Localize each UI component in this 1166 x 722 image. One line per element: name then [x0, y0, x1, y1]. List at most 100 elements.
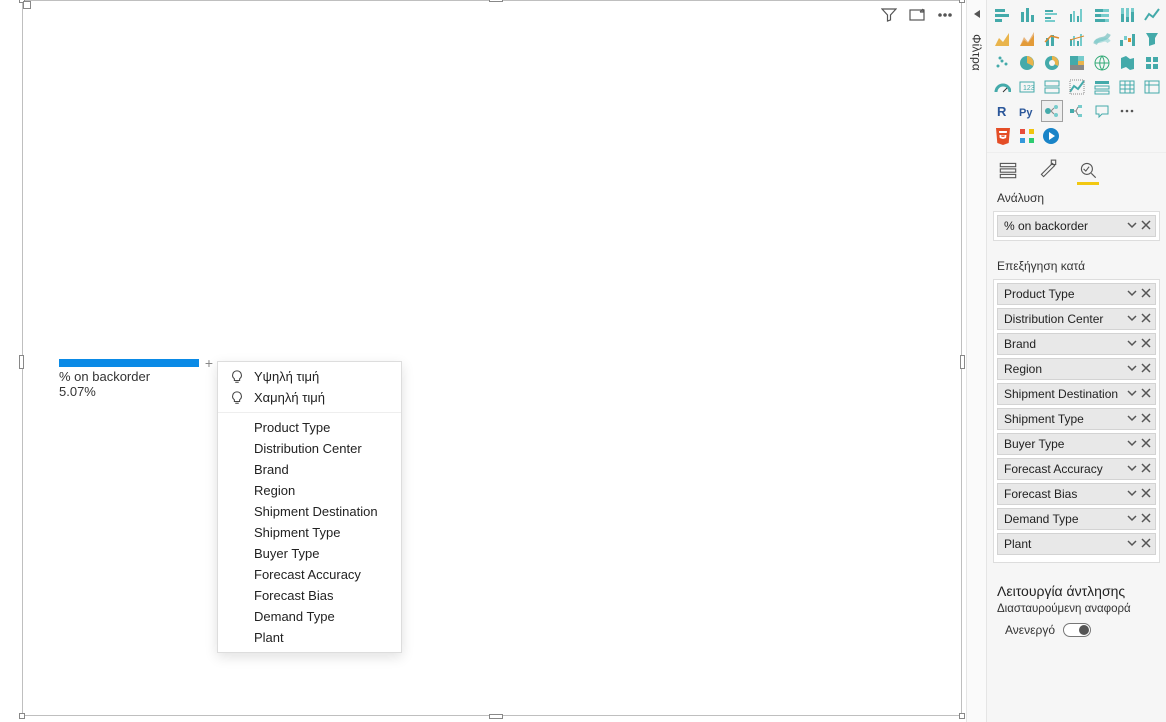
chevron-down-icon[interactable]	[1127, 462, 1137, 476]
play-axis-icon[interactable]	[1041, 126, 1061, 146]
menu-field-forecast-bias[interactable]: Forecast Bias	[218, 585, 401, 606]
viz-area[interactable]	[991, 28, 1013, 50]
remove-field-icon[interactable]	[1141, 312, 1151, 326]
viz-line[interactable]	[1141, 4, 1163, 26]
remove-field-icon[interactable]	[1141, 387, 1151, 401]
remove-field-icon[interactable]	[1141, 362, 1151, 376]
viz-more[interactable]	[1116, 100, 1138, 122]
explain-field-chip[interactable]: Plant	[997, 533, 1156, 555]
viz-100-col[interactable]	[1116, 4, 1138, 26]
bar-segment[interactable]: +	[59, 359, 199, 367]
remove-field-icon[interactable]	[1141, 462, 1151, 476]
resize-handle-bottom[interactable]	[489, 714, 503, 719]
menu-field-product-type[interactable]: Product Type	[218, 417, 401, 438]
viz-shape-map[interactable]	[1141, 52, 1163, 74]
analyze-field-chip[interactable]: % on backorder	[997, 215, 1156, 237]
viz-table[interactable]	[1116, 76, 1138, 98]
menu-field-shipment-destination[interactable]: Shipment Destination	[218, 501, 401, 522]
resize-handle-top[interactable]	[489, 0, 503, 2]
resize-handle-br[interactable]	[959, 713, 965, 719]
tab-analytics[interactable]	[1077, 159, 1099, 181]
menu-field-plant[interactable]: Plant	[218, 627, 401, 648]
explain-field-chip[interactable]: Buyer Type	[997, 433, 1156, 455]
explain-by-well[interactable]: Product TypeDistribution CenterBrandRegi…	[993, 279, 1160, 563]
menu-field-brand[interactable]: Brand	[218, 459, 401, 480]
chevron-down-icon[interactable]	[1127, 362, 1137, 376]
explain-field-chip[interactable]: Brand	[997, 333, 1156, 355]
chevron-down-icon[interactable]	[1127, 387, 1137, 401]
remove-field-icon[interactable]	[1141, 219, 1151, 233]
cross-report-toggle[interactable]	[1063, 623, 1091, 637]
menu-field-demand-type[interactable]: Demand Type	[218, 606, 401, 627]
explain-field-chip[interactable]: Demand Type	[997, 508, 1156, 530]
viz-funnel[interactable]	[1141, 28, 1163, 50]
menu-low-value[interactable]: Χαμηλή τιμή	[218, 387, 401, 408]
remove-field-icon[interactable]	[1141, 537, 1151, 551]
menu-field-region[interactable]: Region	[218, 480, 401, 501]
html5-visual-icon[interactable]	[993, 126, 1013, 146]
remove-field-icon[interactable]	[1141, 437, 1151, 451]
viz-line-col[interactable]	[1041, 28, 1063, 50]
menu-field-buyer-type[interactable]: Buyer Type	[218, 543, 401, 564]
grid-visual-icon[interactable]	[1017, 126, 1037, 146]
expand-plus-icon[interactable]: +	[205, 355, 213, 371]
viz-donut[interactable]	[1041, 52, 1063, 74]
viz-gauge[interactable]	[991, 76, 1013, 98]
viz-ribbon[interactable]	[1091, 28, 1113, 50]
viz-card[interactable]: 123	[1016, 76, 1038, 98]
viz-r-visual[interactable]: R	[991, 100, 1013, 122]
visual-container[interactable]: + % on backorder 5.07% Υψηλή τιμή Χαμηλή…	[22, 0, 962, 716]
remove-field-icon[interactable]	[1141, 487, 1151, 501]
chevron-down-icon[interactable]	[1127, 437, 1137, 451]
explain-field-chip[interactable]: Shipment Destination	[997, 383, 1156, 405]
explain-field-chip[interactable]: Shipment Type	[997, 408, 1156, 430]
chevron-down-icon[interactable]	[1127, 512, 1137, 526]
menu-field-shipment-type[interactable]: Shipment Type	[218, 522, 401, 543]
tab-format[interactable]	[1037, 159, 1059, 181]
viz-slicer[interactable]	[1091, 76, 1113, 98]
viz-treemap[interactable]	[1066, 52, 1088, 74]
chevron-down-icon[interactable]	[1127, 487, 1137, 501]
resize-handle-right[interactable]	[960, 355, 965, 369]
viz-matrix[interactable]	[1141, 76, 1163, 98]
filters-pane-collapsed[interactable]: Φίλτρα	[966, 0, 986, 722]
menu-field-distribution-center[interactable]: Distribution Center	[218, 438, 401, 459]
focus-mode-icon[interactable]	[909, 7, 925, 28]
viz-pie[interactable]	[1016, 52, 1038, 74]
viz-stacked-col[interactable]	[1016, 4, 1038, 26]
viz-filled-map[interactable]	[1116, 52, 1138, 74]
chevron-down-icon[interactable]	[1127, 287, 1137, 301]
viz-stacked-area[interactable]	[1016, 28, 1038, 50]
viz-clustered-bar[interactable]	[1041, 4, 1063, 26]
remove-field-icon[interactable]	[1141, 412, 1151, 426]
viz-kpi[interactable]	[1066, 76, 1088, 98]
viz-stacked-bar[interactable]	[991, 4, 1013, 26]
viz-qna[interactable]	[1091, 100, 1113, 122]
viz-decomposition[interactable]	[1066, 100, 1088, 122]
viz-100-bar[interactable]	[1091, 4, 1113, 26]
remove-field-icon[interactable]	[1141, 512, 1151, 526]
viz-py-visual[interactable]: Py	[1016, 100, 1038, 122]
viz-map[interactable]	[1091, 52, 1113, 74]
menu-field-forecast-accuracy[interactable]: Forecast Accuracy	[218, 564, 401, 585]
expand-filters-icon[interactable]	[972, 6, 982, 24]
explain-field-chip[interactable]: Forecast Accuracy	[997, 458, 1156, 480]
viz-multi-card[interactable]	[1041, 76, 1063, 98]
explain-field-chip[interactable]: Forecast Bias	[997, 483, 1156, 505]
viz-line-clustered-col[interactable]	[1066, 28, 1088, 50]
analyze-well[interactable]: % on backorder	[993, 211, 1160, 241]
viz-key-influencers[interactable]	[1041, 100, 1063, 122]
remove-field-icon[interactable]	[1141, 337, 1151, 351]
chevron-down-icon[interactable]	[1127, 537, 1137, 551]
filter-icon[interactable]	[881, 7, 897, 28]
viz-clustered-col[interactable]	[1066, 4, 1088, 26]
resize-handle-bl[interactable]	[19, 713, 25, 719]
report-canvas[interactable]: + % on backorder 5.07% Υψηλή τιμή Χαμηλή…	[0, 0, 966, 722]
explain-field-chip[interactable]: Region	[997, 358, 1156, 380]
explain-field-chip[interactable]: Product Type	[997, 283, 1156, 305]
viz-waterfall[interactable]	[1116, 28, 1138, 50]
menu-high-value[interactable]: Υψηλή τιμή	[218, 366, 401, 387]
chevron-down-icon[interactable]	[1127, 337, 1137, 351]
more-options-icon[interactable]	[937, 7, 953, 28]
tab-fields[interactable]	[997, 159, 1019, 181]
